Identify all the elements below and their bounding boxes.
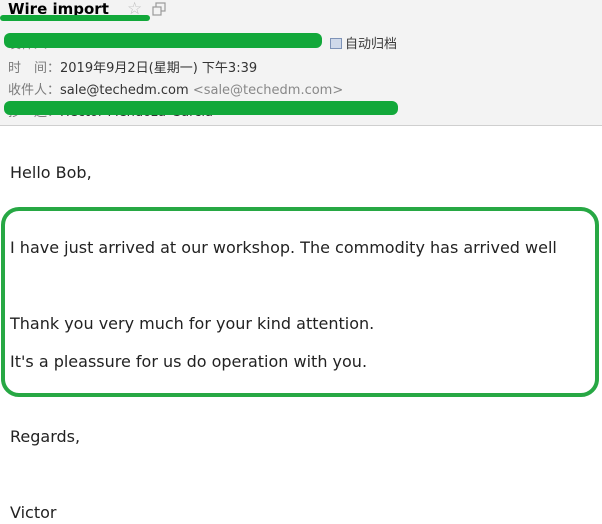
- cc-redaction: [4, 101, 398, 115]
- to-name[interactable]: sale@techedm.com: [60, 83, 189, 98]
- archive-button[interactable]: 自动归档: [330, 33, 397, 52]
- to-label: 收件人：: [8, 83, 61, 98]
- signature-text: Victor: [10, 503, 57, 522]
- to-address: <sale@techedm.com>: [192, 83, 344, 98]
- annotation-highlight-box: [1, 207, 599, 397]
- email-header: Wire import ☆ 发件人：techedi 自动归档 时 间：2019年…: [0, 0, 602, 126]
- time-value: 2019年9月2日(星期一) 下午3:39: [60, 61, 258, 76]
- from-redaction: [4, 33, 322, 48]
- time-row: 时 间：2019年9月2日(星期一) 下午3:39: [8, 57, 257, 76]
- to-row: 收件人：sale@techedm.com <sale@techedm.com>: [8, 79, 343, 98]
- popout-icon[interactable]: [152, 2, 166, 16]
- archive-label: 自动归档: [345, 37, 398, 52]
- greeting-text: Hello Bob,: [10, 163, 92, 182]
- time-label: 时 间：: [8, 61, 61, 76]
- closing-text: Regards,: [10, 427, 81, 446]
- star-icon[interactable]: ☆: [127, 1, 142, 18]
- archive-icon: [330, 38, 342, 49]
